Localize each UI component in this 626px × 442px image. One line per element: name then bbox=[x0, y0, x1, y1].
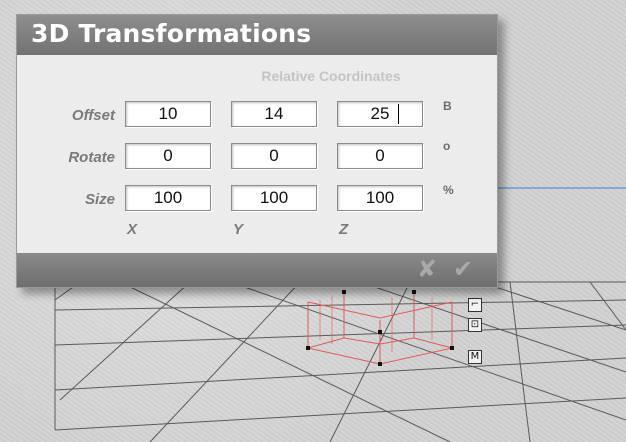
text-cursor bbox=[398, 104, 399, 124]
rotate-label: Rotate bbox=[68, 149, 115, 166]
offset-x-field[interactable] bbox=[125, 101, 211, 127]
axis-x-label: X bbox=[127, 221, 138, 238]
size-label: Size bbox=[84, 191, 115, 208]
axis-y-label: Y bbox=[233, 221, 244, 238]
rotate-unit: o bbox=[443, 139, 451, 153]
dialog-title: 3D Transformations bbox=[31, 19, 312, 48]
rotate-y-field[interactable] bbox=[231, 143, 317, 169]
selected-object-wireframe bbox=[307, 292, 453, 365]
offset-unit: B bbox=[443, 99, 452, 113]
offset-y-field[interactable] bbox=[231, 101, 317, 127]
coordinates-subheader: Relative Coordinates bbox=[261, 68, 401, 84]
move-handle-icon[interactable]: M bbox=[468, 350, 482, 364]
rotate-z-field[interactable] bbox=[337, 143, 423, 169]
size-unit: % bbox=[443, 183, 454, 197]
ok-button[interactable]: ✔ bbox=[453, 255, 473, 283]
cancel-button[interactable]: ✘ bbox=[417, 255, 437, 283]
size-x-field[interactable] bbox=[125, 185, 211, 211]
rotate-x-field[interactable] bbox=[125, 143, 211, 169]
rotate-handle-icon[interactable]: ⊡ bbox=[468, 318, 482, 332]
transform-dialog: 3D Transformations Relative Coordinates … bbox=[16, 14, 498, 288]
axis-z-label: Z bbox=[339, 221, 349, 238]
size-z-field[interactable] bbox=[337, 185, 423, 211]
dialog-footer: ✘ ✔ bbox=[17, 253, 497, 287]
scale-handle-icon[interactable]: ⌐ bbox=[468, 298, 482, 312]
dialog-titlebar[interactable]: 3D Transformations bbox=[17, 15, 497, 55]
offset-label: Offset bbox=[71, 107, 115, 124]
size-y-field[interactable] bbox=[231, 185, 317, 211]
offset-z-field[interactable] bbox=[337, 101, 423, 127]
